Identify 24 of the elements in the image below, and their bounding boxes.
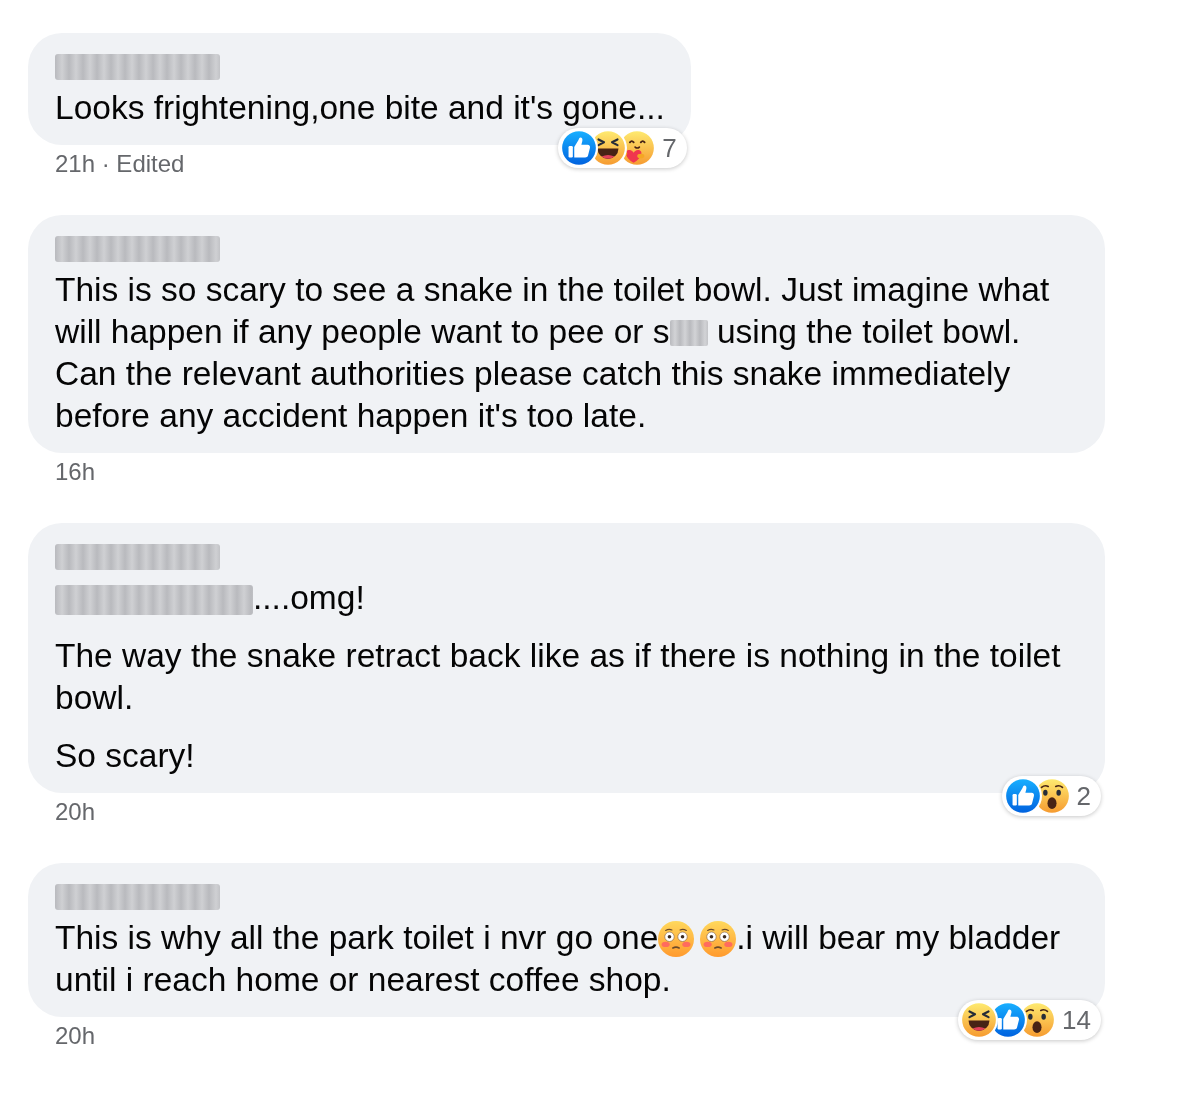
comment-text: This is why all the park toilet i nvr go one .i will bear my bladder until i reach home or nearest coffee shop. <box>55 918 1062 1000</box>
comment-text: So scary! <box>55 736 196 776</box>
like-icon <box>560 129 599 167</box>
blurred-mention-link[interactable] <box>55 585 253 615</box>
comment-timestamp: 20h <box>54 797 96 827</box>
comment-timestamp: 16h <box>54 457 96 487</box>
flushed-face-icon <box>658 921 695 957</box>
blurred-author-name[interactable] <box>55 236 220 262</box>
blurred-author-name[interactable] <box>55 884 220 910</box>
comment-text: The way the snake retract back like as if there is nothing in the toilet bowl. <box>55 636 1062 718</box>
blurred-author-name[interactable] <box>55 544 220 570</box>
reactions-summary[interactable]: 7 <box>558 128 687 168</box>
comment-text: Looks frightening,one bite and it's gone... <box>55 88 665 128</box>
reactions-summary[interactable]: 2 <box>1001 776 1101 816</box>
comment-text: ....omg! <box>55 577 1079 619</box>
comment-text: This is so scary to see a snake in the toilet bowl. Just imagine what will happen if any people want to pee or s using the toilet bowl. Can the relevant authorities please catch this snake immediately before any accident happen it's too late. <box>55 270 1051 436</box>
laughing-face-icon <box>960 1001 999 1039</box>
blurred-author-name[interactable] <box>55 54 220 80</box>
comment-timestamp: 20h <box>54 1021 96 1051</box>
flushed-face-icon <box>700 921 737 957</box>
like-icon <box>1003 777 1042 815</box>
reactions-summary[interactable]: 14 <box>958 1000 1101 1040</box>
blurred-word <box>669 320 708 346</box>
comment-timestamp: 21h · Edited <box>54 149 185 179</box>
